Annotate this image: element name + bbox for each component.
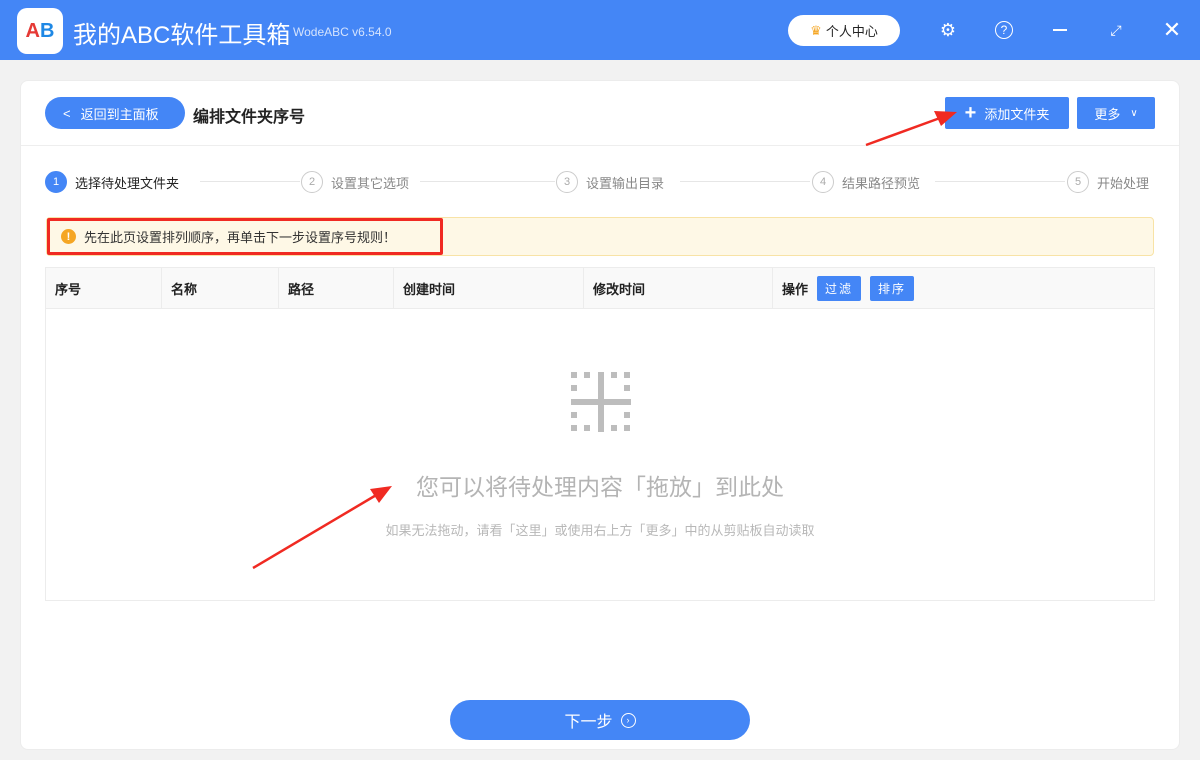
sort-button[interactable]: 排序: [870, 275, 915, 301]
step-number: 4: [812, 171, 834, 193]
chevron-left-icon: <: [63, 105, 71, 121]
col-path: 路径: [279, 268, 394, 308]
step-label: 选择待处理文件夹: [75, 175, 180, 191]
more-label: 更多: [1094, 106, 1121, 122]
app-logo: AB: [17, 8, 63, 54]
user-center-button[interactable]: ♛ 个人中心: [788, 15, 900, 46]
minimize-icon[interactable]: [1048, 18, 1072, 42]
notice-highlight: ! 先在此页设置排列顺序，再单击下一步设置序号规则！: [47, 218, 443, 255]
step-connector: [935, 181, 1065, 182]
user-center-label: 个人中心: [825, 24, 878, 39]
close-icon[interactable]: ✕: [1160, 17, 1184, 42]
maximize-icon[interactable]: ⤢: [1104, 18, 1128, 42]
next-step-button[interactable]: 下一步 ›: [450, 700, 750, 740]
step-label: 设置输出目录: [586, 175, 665, 191]
more-button[interactable]: 更多 ∨: [1077, 97, 1155, 129]
step-label: 结果路径预览: [842, 175, 921, 191]
divider: [21, 145, 1179, 146]
col-modified: 修改时间: [584, 268, 773, 308]
step-number: 3: [556, 171, 578, 193]
step-3: 3 设置输出目录: [556, 171, 675, 193]
back-label: 返回到主面板: [80, 106, 159, 122]
plus-icon: +: [964, 101, 977, 124]
add-folder-label: 添加文件夹: [984, 106, 1050, 122]
step-number: 1: [45, 171, 67, 193]
col-actions: 操作 过滤 排序: [773, 268, 1154, 308]
col-created: 创建时间: [394, 268, 584, 308]
app-title: 我的ABC软件工具箱: [73, 22, 291, 49]
back-button[interactable]: < 返回到主面板: [45, 97, 185, 129]
drop-zone-subtitle[interactable]: 如果无法拖动，请看「这里」或使用右上方「更多」中的从剪贴板自动读取: [46, 520, 1154, 539]
add-folder-button[interactable]: + 添加文件夹: [945, 97, 1069, 129]
drop-zone-title: 您可以将待处理内容「拖放」到此处: [416, 474, 784, 500]
crown-icon: ♛: [810, 22, 822, 38]
next-label: 下一步: [564, 714, 613, 731]
help-icon[interactable]: ?: [992, 18, 1016, 42]
app-version: WodeABC v6.54.0: [293, 25, 392, 39]
warning-icon: !: [61, 229, 76, 244]
step-number: 2: [301, 171, 323, 193]
gear-icon[interactable]: ⚙: [936, 18, 960, 42]
filter-button[interactable]: 过滤: [817, 275, 862, 301]
step-connector: [200, 181, 300, 182]
step-label: 设置其它选项: [331, 175, 410, 191]
step-5: 5 开始处理: [1067, 171, 1150, 193]
arrow-right-circle-icon: ›: [620, 712, 636, 728]
step-2: 2 设置其它选项: [301, 171, 420, 193]
chevron-down-icon: ∨: [1130, 107, 1138, 119]
step-1: 1 选择待处理文件夹: [45, 171, 190, 193]
step-label: 开始处理: [1097, 175, 1150, 191]
col-actions-label: 操作: [782, 281, 809, 297]
step-4: 4 结果路径预览: [812, 171, 931, 193]
folder-table: 序号 名称 路径 创建时间 修改时间 操作 过滤 排序 您可以将待处理内容「拖放」到…: [45, 267, 1155, 601]
step-number: 5: [1067, 171, 1089, 193]
page-title: 编排文件夹序号: [193, 109, 306, 126]
col-index: 序号: [46, 268, 162, 308]
col-name: 名称: [162, 268, 279, 308]
drop-zone-icon: [571, 372, 631, 432]
table-header: 序号 名称 路径 创建时间 修改时间 操作 过滤 排序: [46, 268, 1154, 309]
title-bar: AB 我的ABC软件工具箱 WodeABC v6.54.0 ♛ 个人中心 ⚙ ? …: [0, 0, 1200, 60]
step-connector: [420, 181, 555, 182]
step-connector: [680, 181, 810, 182]
notice-text: 先在此页设置排列顺序，再单击下一步设置序号规则！: [84, 230, 397, 245]
